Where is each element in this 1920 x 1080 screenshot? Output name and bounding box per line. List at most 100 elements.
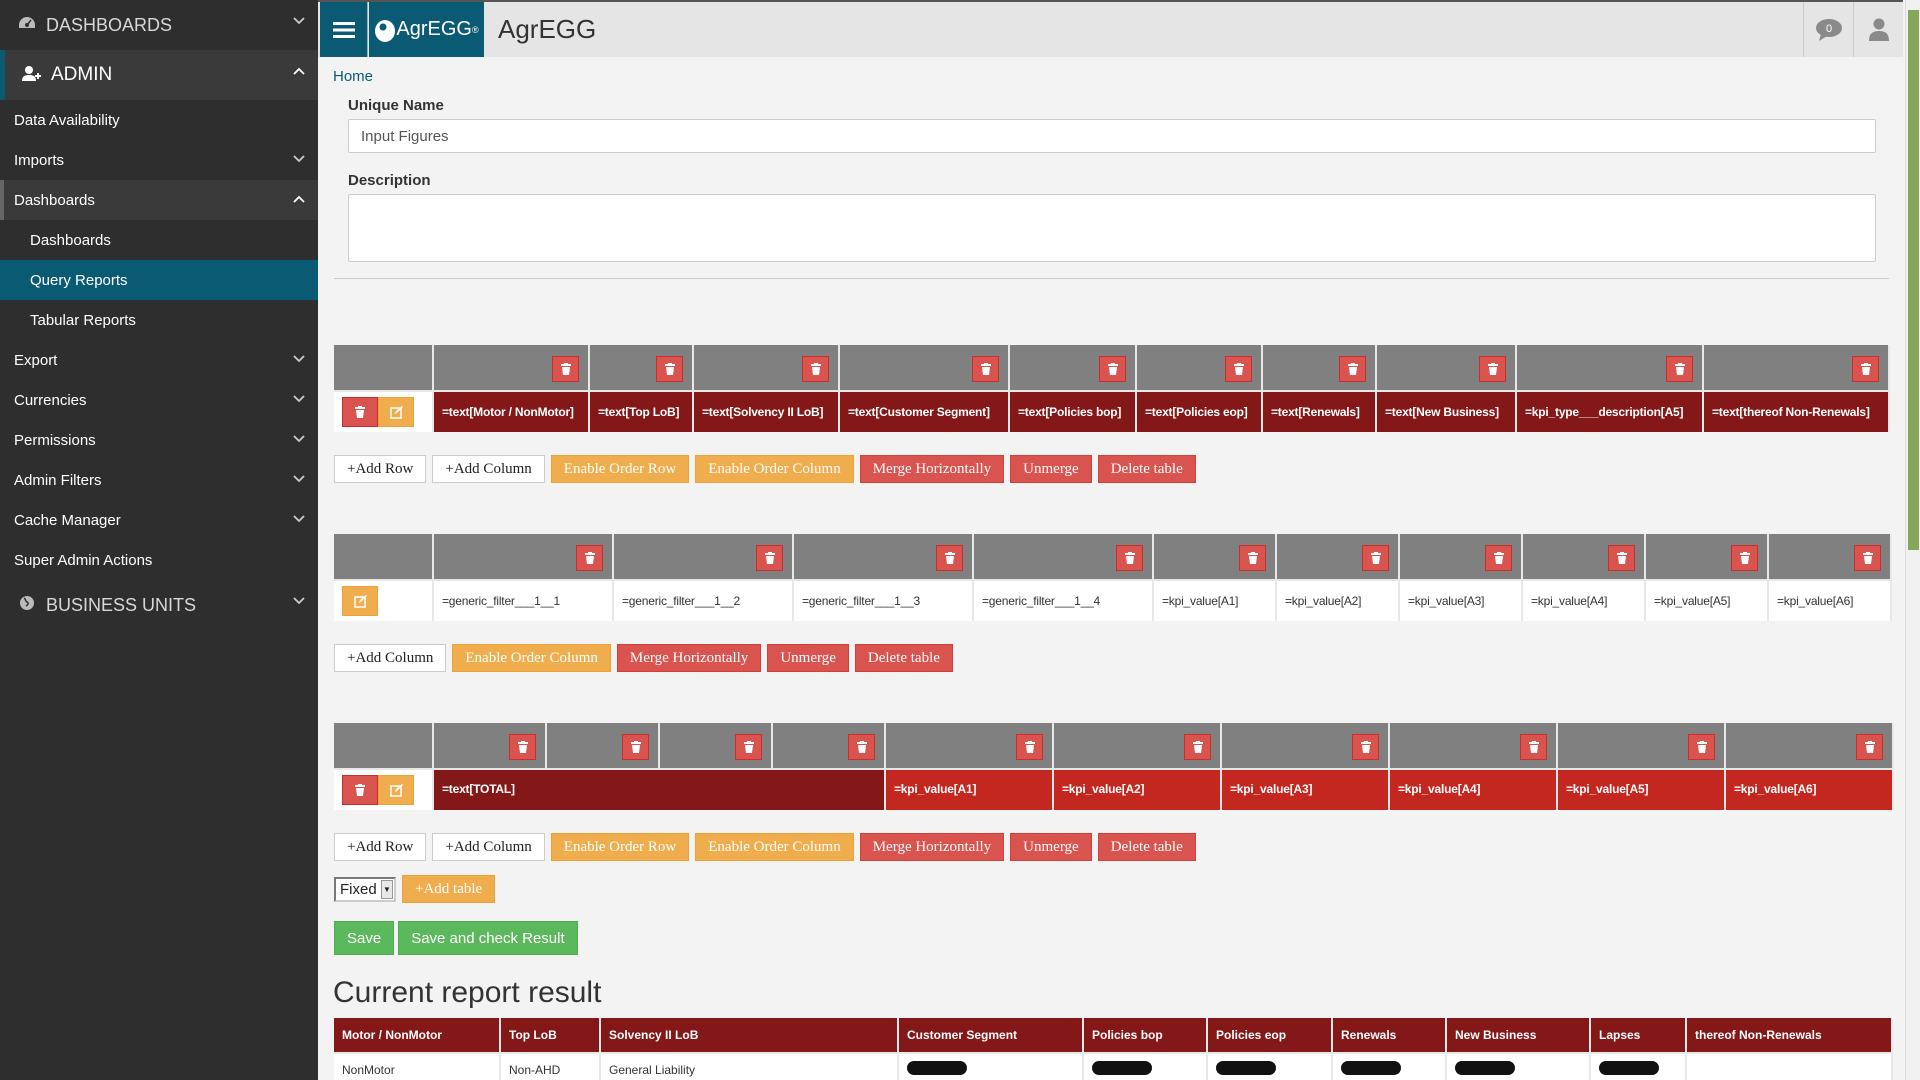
notifications-button[interactable]: 0 <box>1803 2 1853 57</box>
table-cell[interactable]: =text[Motor / NonMotor] <box>434 390 590 432</box>
merge-horizontally-button[interactable]: Merge Horizontally <box>616 644 762 672</box>
add-column-button[interactable]: +Add Column <box>432 833 545 861</box>
table-cell[interactable]: =generic_filter___1__2 <box>614 579 794 621</box>
table-cell[interactable]: =kpi_value[A3] <box>1400 579 1523 621</box>
edit-row-button[interactable] <box>342 586 378 616</box>
delete-column-button[interactable] <box>1116 545 1143 571</box>
add-column-button[interactable]: +Add Column <box>334 644 447 672</box>
sidebar-item-dashboards-group[interactable]: Dashboards <box>0 180 318 220</box>
merge-horizontally-button[interactable]: Merge Horizontally <box>859 833 1005 861</box>
delete-column-button[interactable] <box>576 545 603 571</box>
delete-column-button[interactable] <box>1352 734 1379 760</box>
table-cell[interactable]: =text[Top LoB] <box>590 390 694 432</box>
table-cell[interactable]: =kpi_type___description[A5] <box>1517 390 1704 432</box>
table-cell[interactable]: =text[New Business] <box>1377 390 1517 432</box>
page-scrollbar[interactable] <box>1905 0 1920 1080</box>
delete-row-button[interactable] <box>342 775 378 805</box>
delete-column-button[interactable] <box>1479 356 1506 382</box>
save-button[interactable]: Save <box>334 921 395 955</box>
delete-column-button[interactable] <box>1608 545 1635 571</box>
table-cell[interactable]: =kpi_value[A6] <box>1726 768 1894 810</box>
sidebar-item-permissions[interactable]: Permissions <box>0 420 318 460</box>
delete-table-button[interactable]: Delete table <box>1097 455 1196 483</box>
delete-column-button[interactable] <box>1339 356 1366 382</box>
sidebar-item-currencies[interactable]: Currencies <box>0 380 318 420</box>
enable-order-column-button[interactable]: Enable Order Column <box>452 644 611 672</box>
sidebar-section-business-units[interactable]: BUSINESS UNITS <box>0 580 318 630</box>
description-textarea[interactable] <box>348 194 1876 262</box>
delete-column-button[interactable] <box>622 734 649 760</box>
table-cell[interactable]: =generic_filter___1__4 <box>974 579 1154 621</box>
menu-toggle-button[interactable] <box>320 2 368 57</box>
table-type-select[interactable]: Fixed ▼ <box>334 877 396 902</box>
sidebar-item-imports[interactable]: Imports <box>0 140 318 180</box>
delete-table-button[interactable]: Delete table <box>854 644 953 672</box>
add-column-button[interactable]: +Add Column <box>432 455 545 483</box>
table-cell[interactable]: =generic_filter___1__3 <box>794 579 974 621</box>
add-row-button[interactable]: +Add Row <box>334 455 427 483</box>
table-cell[interactable]: =kpi_value[A2] <box>1054 768 1222 810</box>
delete-column-button[interactable] <box>756 545 783 571</box>
enable-order-row-button[interactable]: Enable Order Row <box>550 455 690 483</box>
sidebar-section-dashboards[interactable]: DASHBOARDS <box>0 0 318 50</box>
unmerge-button[interactable]: Unmerge <box>1010 833 1092 861</box>
unmerge-button[interactable]: Unmerge <box>767 644 849 672</box>
table-cell[interactable]: =kpi_value[A5] <box>1558 768 1726 810</box>
unmerge-button[interactable]: Unmerge <box>1010 455 1092 483</box>
delete-column-button[interactable] <box>1731 545 1758 571</box>
table-cell[interactable]: =text[Customer Segment] <box>840 390 1010 432</box>
save-and-check-result-button[interactable]: Save and check Result <box>398 921 578 955</box>
edit-row-button[interactable] <box>378 397 414 427</box>
table-cell[interactable]: =text[Policies bop] <box>1010 390 1137 432</box>
delete-column-button[interactable] <box>735 734 762 760</box>
user-menu-button[interactable] <box>1853 2 1903 57</box>
add-table-button[interactable]: +Add table <box>402 875 496 903</box>
delete-column-button[interactable] <box>1520 734 1547 760</box>
sidebar-section-admin[interactable]: ADMIN <box>0 50 318 100</box>
table-cell[interactable]: =kpi_value[A5] <box>1646 579 1769 621</box>
delete-column-button[interactable] <box>1099 356 1126 382</box>
add-row-button[interactable]: +Add Row <box>334 833 427 861</box>
sidebar-item-dashboards[interactable]: Dashboards <box>0 220 318 260</box>
delete-table-button[interactable]: Delete table <box>1097 833 1196 861</box>
table-cell[interactable]: =kpi_value[A1] <box>886 768 1054 810</box>
delete-column-button[interactable] <box>1184 734 1211 760</box>
table-cell[interactable]: =kpi_value[A2] <box>1277 579 1400 621</box>
delete-column-button[interactable] <box>848 734 875 760</box>
edit-row-button[interactable] <box>378 775 414 805</box>
delete-column-button[interactable] <box>1856 734 1883 760</box>
table-cell[interactable]: =text[Renewals] <box>1263 390 1377 432</box>
brand-logo[interactable]: AgrEGG ® <box>369 2 484 57</box>
table-cell[interactable]: =generic_filter___1__1 <box>434 579 614 621</box>
delete-column-button[interactable] <box>1239 545 1266 571</box>
sidebar-item-admin-filters[interactable]: Admin Filters <box>0 460 318 500</box>
delete-column-button[interactable] <box>1666 356 1693 382</box>
sidebar-item-super-admin-actions[interactable]: Super Admin Actions <box>0 540 318 580</box>
enable-order-row-button[interactable]: Enable Order Row <box>550 833 690 861</box>
table-cell[interactable]: =kpi_value[A1] <box>1154 579 1277 621</box>
table-cell[interactable]: =kpi_value[A6] <box>1769 579 1892 621</box>
delete-column-button[interactable] <box>802 356 829 382</box>
delete-column-button[interactable] <box>936 545 963 571</box>
sidebar-item-export[interactable]: Export <box>0 340 318 380</box>
delete-column-button[interactable] <box>1016 734 1043 760</box>
enable-order-column-button[interactable]: Enable Order Column <box>695 833 854 861</box>
delete-column-button[interactable] <box>972 356 999 382</box>
table-cell[interactable]: =text[thereof Non-Renewals] <box>1704 390 1890 432</box>
delete-row-button[interactable] <box>342 397 378 427</box>
merge-horizontally-button[interactable]: Merge Horizontally <box>859 455 1005 483</box>
breadcrumb-home[interactable]: Home <box>333 68 373 85</box>
enable-order-column-button[interactable]: Enable Order Column <box>695 455 854 483</box>
delete-column-button[interactable] <box>1225 356 1252 382</box>
delete-column-button[interactable] <box>1362 545 1389 571</box>
table-cell[interactable]: =kpi_value[A4] <box>1390 768 1558 810</box>
delete-column-button[interactable] <box>509 734 536 760</box>
delete-column-button[interactable] <box>1854 545 1881 571</box>
table-cell-merged[interactable]: =text[TOTAL] <box>434 768 886 810</box>
delete-column-button[interactable] <box>1852 356 1879 382</box>
sidebar-item-tabular-reports[interactable]: Tabular Reports <box>0 300 318 340</box>
sidebar-item-query-reports[interactable]: Query Reports <box>0 260 318 300</box>
sidebar-item-cache-manager[interactable]: Cache Manager <box>0 500 318 540</box>
delete-column-button[interactable] <box>656 356 683 382</box>
delete-column-button[interactable] <box>552 356 579 382</box>
